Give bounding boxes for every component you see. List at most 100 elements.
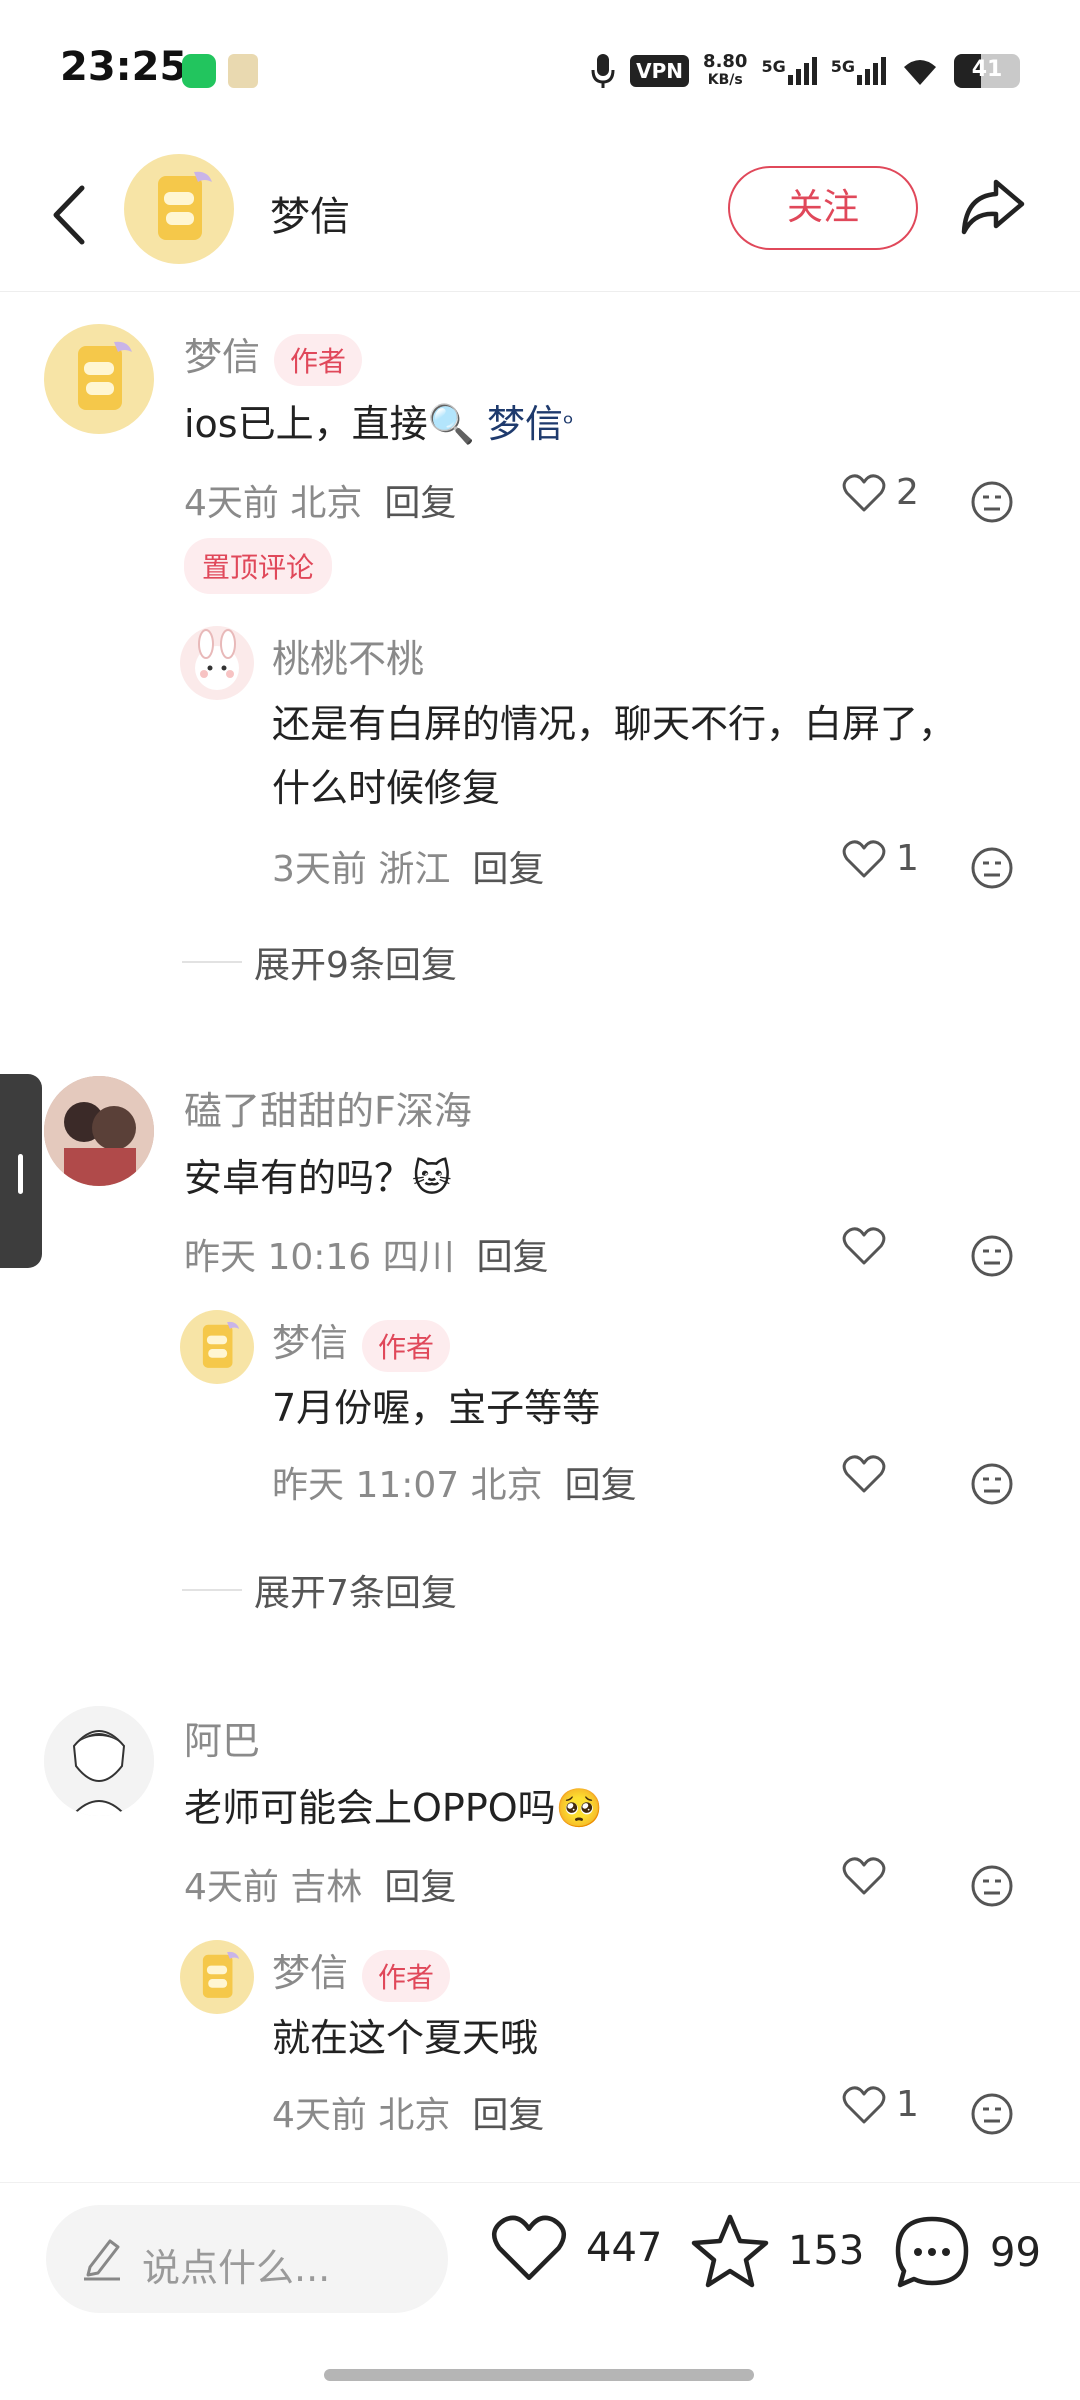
- comment-text[interactable]: ios已上，直接🔍 梦信ᵒ: [184, 392, 574, 456]
- like-button[interactable]: 1: [842, 2084, 919, 2125]
- heart-icon: [842, 1455, 886, 1493]
- chat-bubble-icon: [78, 341, 132, 410]
- reply-meta: 3天前 浙江 回复: [272, 840, 544, 892]
- signal-bars-icon: [857, 57, 886, 85]
- status-time: 23:25: [60, 44, 188, 90]
- wifi-icon: [904, 60, 936, 85]
- net-speed: 8.80 KB/s: [703, 53, 747, 89]
- heart-icon: [842, 839, 886, 877]
- reply-button[interactable]: 回复: [384, 483, 456, 524]
- comment-input[interactable]: 说点什么...: [46, 2205, 448, 2313]
- comment-author-name[interactable]: 阿巴: [184, 1710, 260, 1765]
- home-indicator[interactable]: [324, 2369, 754, 2381]
- reply-text-line: 还是有白屏的情况，聊天不行，白屏了，: [272, 702, 957, 746]
- portrait-avatar-icon: [44, 1076, 154, 1186]
- heart-icon: [842, 1857, 886, 1895]
- status-bar: 23:25 VPN 8.80 KB/s 5G 5G 41: [0, 0, 1080, 140]
- comment-meta: 4天前 吉林 回复: [184, 1858, 456, 1910]
- dislike-icon[interactable]: [970, 480, 1014, 524]
- reply-time: 3天前: [272, 849, 367, 890]
- author-name[interactable]: 梦信: [270, 184, 350, 242]
- app-icon: [228, 54, 258, 88]
- comment-text[interactable]: 安卓有的吗？🐱: [184, 1146, 452, 1210]
- author-badge: 作者: [362, 1949, 451, 2002]
- pinned-badge: 置顶评论: [184, 538, 333, 594]
- comment-location: 四川: [382, 1237, 455, 1278]
- comment-action[interactable]: 99: [892, 2213, 1041, 2293]
- avatar[interactable]: [180, 626, 254, 700]
- like-count: 1: [896, 2084, 919, 2125]
- like-button[interactable]: [842, 1454, 886, 1494]
- comment-author[interactable]: 梦信 作者: [184, 326, 363, 386]
- heart-icon: [842, 473, 886, 511]
- comment-author-name[interactable]: 磕了甜甜的F深海: [184, 1080, 472, 1135]
- like-count: 1: [896, 838, 919, 879]
- dislike-icon[interactable]: [970, 2092, 1014, 2136]
- search-icon[interactable]: ᵒ: [563, 409, 574, 439]
- reply-meta: 4天前 北京 回复: [272, 2086, 544, 2138]
- signal-bars-icon: [787, 57, 817, 85]
- signal-1: 5G: [761, 57, 817, 85]
- reply-author[interactable]: 梦信 作者: [272, 1942, 451, 2002]
- reply-author-name[interactable]: 梦信: [272, 1321, 348, 1365]
- search-link[interactable]: 梦信: [487, 402, 563, 446]
- comment-author-name[interactable]: 梦信: [184, 335, 260, 379]
- battery-icon: 41: [954, 54, 1020, 88]
- comment-time: 昨天 10:16: [184, 1237, 372, 1278]
- author-avatar[interactable]: [124, 154, 234, 264]
- like-count: 2: [896, 472, 919, 513]
- reply-text[interactable]: 7月份喔，宝子等等: [272, 1376, 600, 1440]
- heart-icon: [842, 2085, 886, 2123]
- like-button[interactable]: [842, 1856, 886, 1896]
- bottom-action-bar: 说点什么... 447 153 99: [0, 2182, 1080, 2400]
- expand-replies[interactable]: 展开9条回复: [182, 936, 457, 988]
- like-button[interactable]: 2: [842, 472, 919, 513]
- follow-button[interactable]: 关注: [728, 166, 918, 250]
- comment-meta: 昨天 10:16 四川 回复: [184, 1228, 549, 1280]
- reply-button[interactable]: 回复: [384, 1867, 456, 1908]
- dislike-icon[interactable]: [970, 1234, 1014, 1278]
- like-button[interactable]: 1: [842, 838, 919, 879]
- heart-icon: [842, 1227, 886, 1265]
- reply-text[interactable]: 就在这个夏天哦: [272, 2006, 538, 2070]
- expand-replies[interactable]: 展开7条回复: [182, 1564, 457, 1616]
- reply-author-name[interactable]: 梦信: [272, 1951, 348, 1995]
- reply-meta: 昨天 11:07 北京 回复: [272, 1456, 637, 1508]
- reply-button[interactable]: 回复: [472, 2095, 544, 2136]
- reply-button[interactable]: 回复: [472, 849, 544, 890]
- chat-bubble-icon: [202, 1951, 240, 1998]
- comment-time: 4天前: [184, 483, 279, 524]
- reply-location: 北京: [470, 1465, 543, 1506]
- like-button[interactable]: [842, 1226, 886, 1266]
- reply-author[interactable]: 梦信 作者: [272, 1312, 451, 1372]
- share-icon[interactable]: [956, 170, 1028, 242]
- side-drawer-handle[interactable]: [0, 1074, 42, 1268]
- comment-text[interactable]: 老师可能会上OPPO吗🥺: [184, 1776, 603, 1840]
- battery-level: 41: [971, 57, 1003, 82]
- back-arrow-icon[interactable]: [40, 180, 100, 250]
- reply-text-line: 什么时候修复: [272, 766, 501, 810]
- comment-text-body: ios已上，直接🔍: [184, 402, 475, 446]
- favorite-action[interactable]: 153: [690, 2213, 864, 2289]
- dislike-icon[interactable]: [970, 1462, 1014, 1506]
- dislike-icon[interactable]: [970, 846, 1014, 890]
- bunny-avatar-icon: [195, 629, 239, 690]
- reply-button[interactable]: 回复: [477, 1237, 549, 1278]
- reply-button[interactable]: 回复: [565, 1465, 637, 1506]
- avatar[interactable]: [44, 324, 154, 434]
- avatar[interactable]: [44, 1076, 154, 1186]
- reply-author-name[interactable]: 桃桃不桃: [272, 628, 424, 683]
- like-action[interactable]: 447: [490, 2213, 662, 2283]
- reply-time: 4天前: [272, 2095, 367, 2136]
- reply-text[interactable]: 还是有白屏的情况，聊天不行，白屏了， 什么时候修复: [272, 692, 956, 820]
- dislike-icon[interactable]: [970, 1864, 1014, 1908]
- avatar[interactable]: [44, 1706, 154, 1816]
- avatar[interactable]: [180, 1310, 254, 1384]
- chat-bubble-icon: [202, 1321, 240, 1368]
- pencil-icon: [84, 2239, 120, 2281]
- like-total: 447: [586, 2225, 663, 2271]
- comment-time: 4天前: [184, 1867, 279, 1908]
- avatar[interactable]: [180, 1940, 254, 2014]
- status-indicators: VPN 8.80 KB/s 5G 5G 41: [590, 46, 1020, 96]
- chat-bubble-icon: [158, 171, 212, 240]
